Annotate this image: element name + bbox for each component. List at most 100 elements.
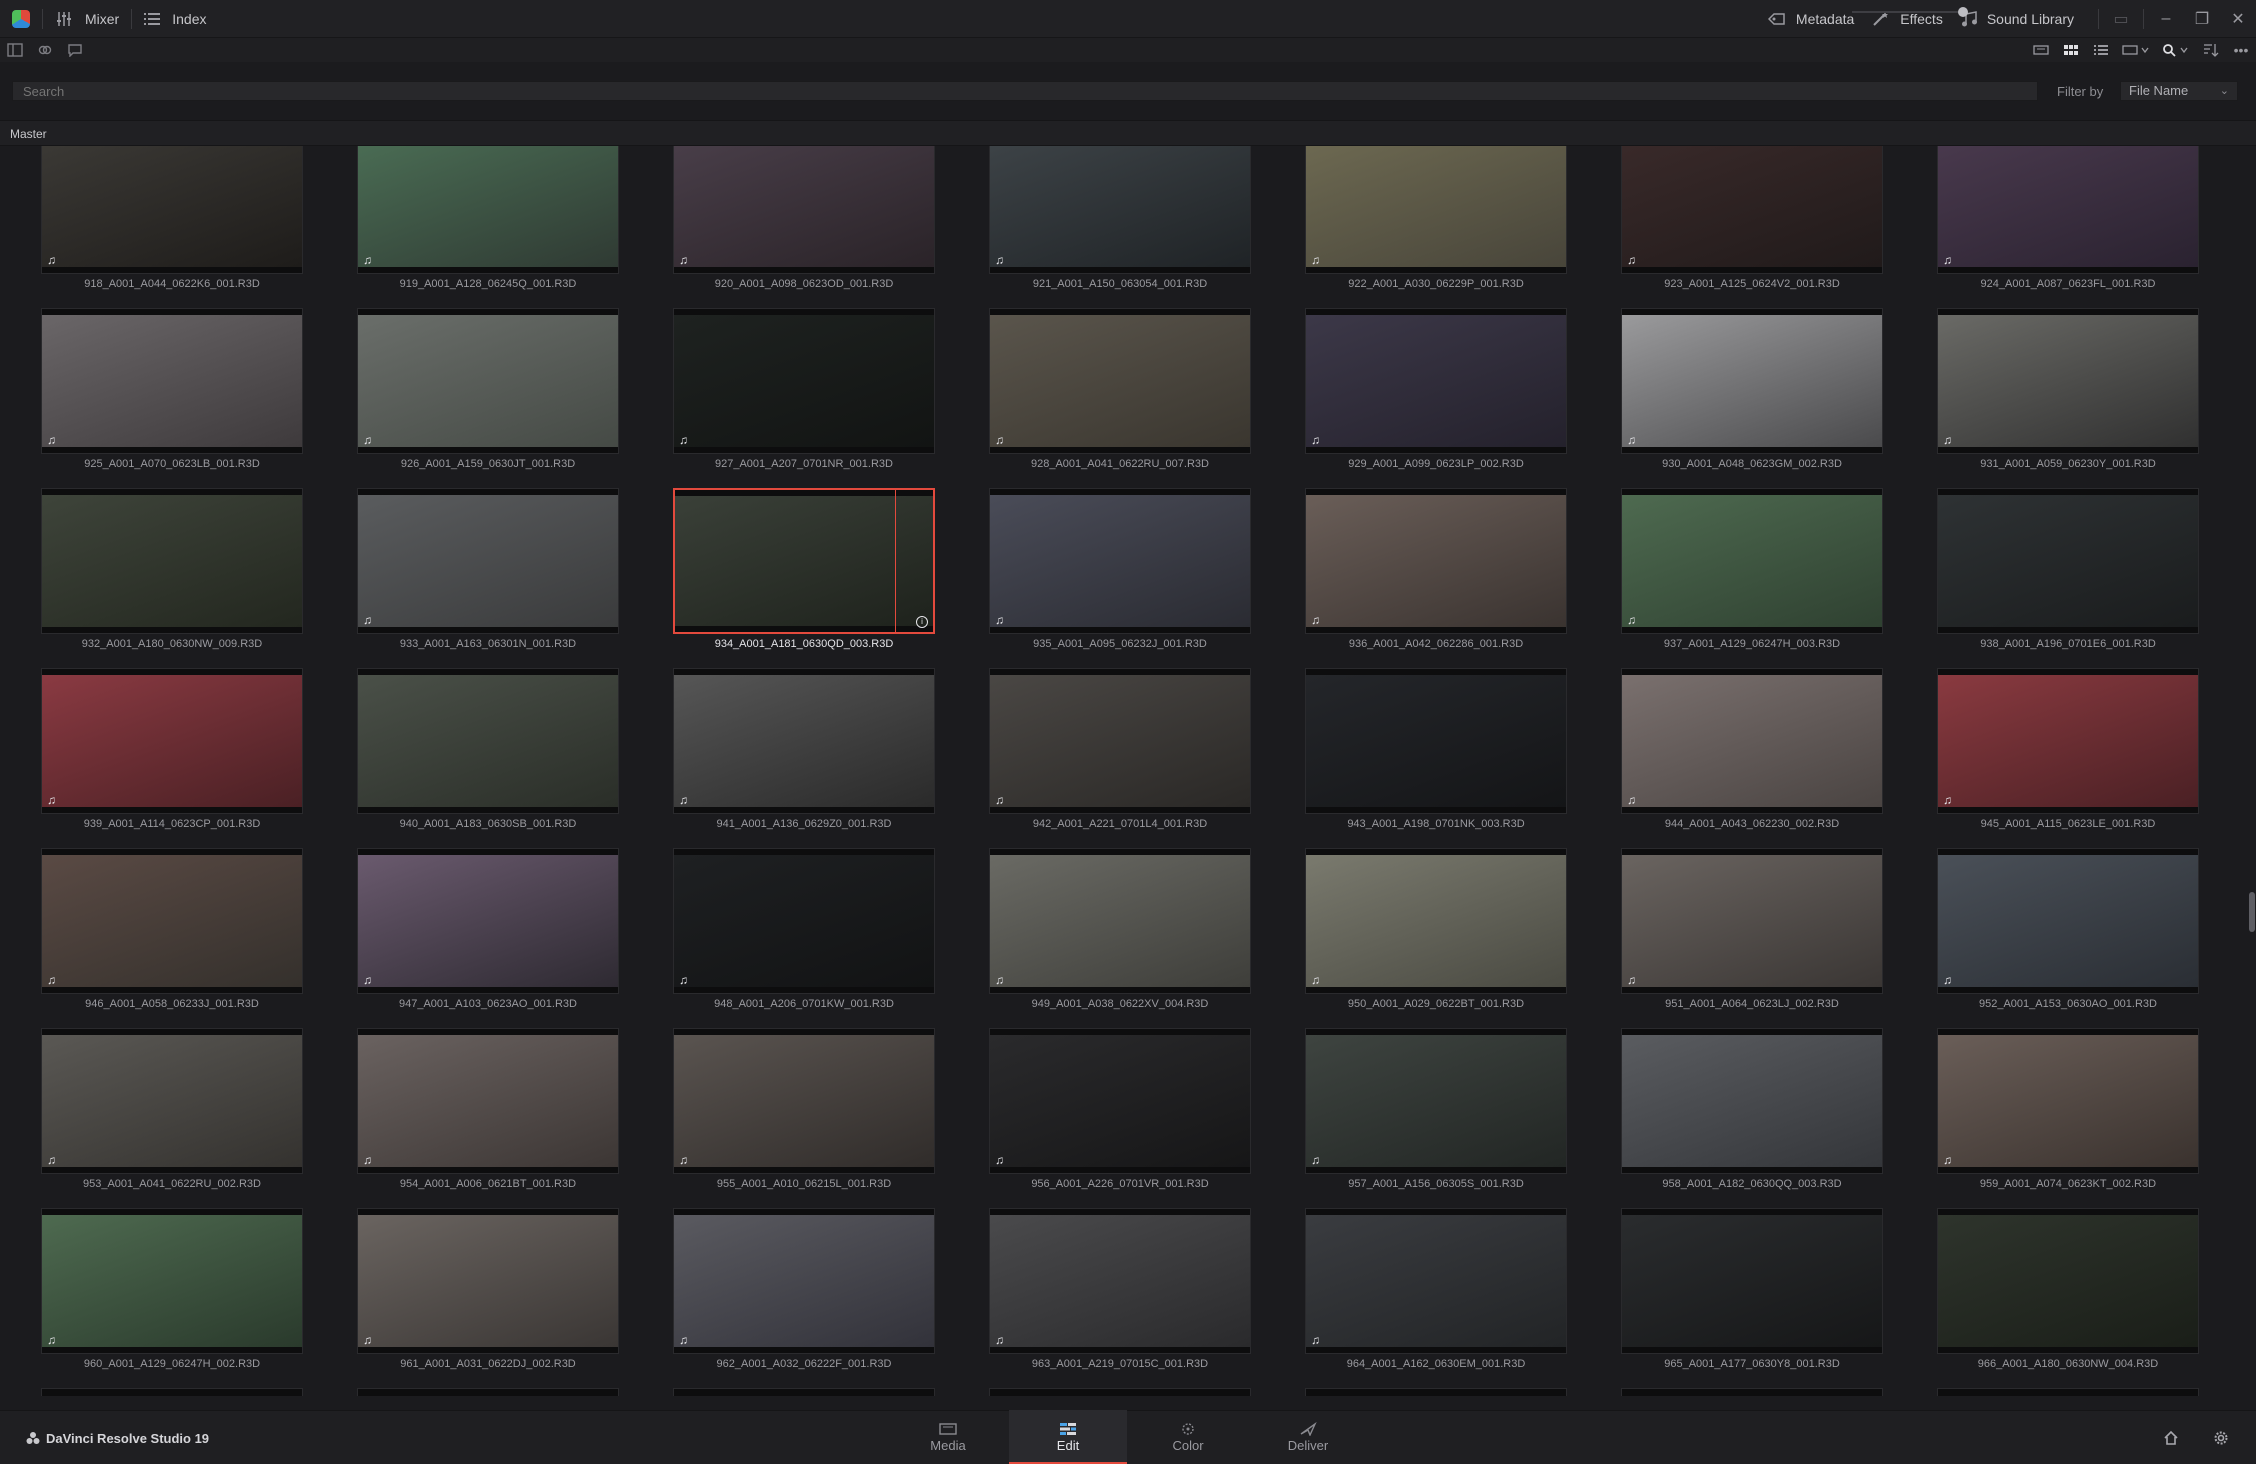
- clip-tile[interactable]: ♫ 956_A001_A226_0701VR_001.R3D: [989, 1028, 1251, 1190]
- clip-thumbnail[interactable]: ♫: [1621, 488, 1883, 634]
- clip-thumbnail[interactable]: [1937, 1388, 2199, 1396]
- search-input[interactable]: [12, 81, 2038, 101]
- clip-tile[interactable]: ♫ 930_A001_A048_0623GM_002.R3D: [1621, 308, 1883, 470]
- clip-thumbnail[interactable]: ♫: [989, 1208, 1251, 1354]
- metadata-view-icon[interactable]: [2026, 38, 2056, 62]
- clip-thumbnail[interactable]: [673, 1388, 935, 1396]
- clip-tile[interactable]: ♫ 941_A001_A136_0629Z0_001.R3D: [673, 668, 935, 830]
- clip-thumbnail[interactable]: [1621, 1208, 1883, 1354]
- clip-tile[interactable]: ♫ 939_A001_A114_0623CP_001.R3D: [41, 668, 303, 830]
- clip-thumbnail[interactable]: [1937, 488, 2199, 634]
- clip-thumbnail[interactable]: [357, 668, 619, 814]
- scrub-playhead[interactable]: [895, 490, 896, 632]
- clip-thumbnail[interactable]: ♫: [357, 848, 619, 994]
- clip-tile[interactable]: ♫ 924_A001_A087_0623FL_001.R3D: [1937, 146, 2199, 290]
- clip-tile[interactable]: ♫ 942_A001_A221_0701L4_001.R3D: [989, 668, 1251, 830]
- clip-thumbnail[interactable]: i: [673, 488, 935, 634]
- clip-thumbnail[interactable]: ♫: [357, 308, 619, 454]
- display-mode-icon[interactable]: [2116, 38, 2156, 62]
- list-view-icon[interactable]: [2086, 38, 2116, 62]
- clip-tile[interactable]: ♫ 953_A001_A041_0622RU_002.R3D: [41, 1028, 303, 1190]
- page-tab-color[interactable]: Color: [1129, 1410, 1247, 1464]
- clip-tile[interactable]: 958_A001_A182_0630QQ_003.R3D: [1621, 1028, 1883, 1190]
- clip-thumbnail[interactable]: ♫: [1305, 488, 1567, 634]
- clip-tile[interactable]: ♫ 957_A001_A156_06305S_001.R3D: [1305, 1028, 1567, 1190]
- clip-thumbnail[interactable]: ♫: [673, 1208, 935, 1354]
- clip-thumbnail[interactable]: ♫: [1621, 668, 1883, 814]
- clip-thumbnail[interactable]: ♫: [673, 1028, 935, 1174]
- page-tab-deliver[interactable]: Deliver: [1249, 1410, 1367, 1464]
- clip-thumbnail[interactable]: [1621, 1028, 1883, 1174]
- clip-tile[interactable]: ♫ 951_A001_A064_0623LJ_002.R3D: [1621, 848, 1883, 1010]
- clip-tile[interactable]: 940_A001_A183_0630SB_001.R3D: [357, 668, 619, 830]
- clip-tile[interactable]: ♫ 947_A001_A103_0623AO_001.R3D: [357, 848, 619, 1010]
- clip-thumbnail[interactable]: [1305, 668, 1567, 814]
- clip-tile[interactable]: ♫ 962_A001_A032_06222F_001.R3D: [673, 1208, 935, 1370]
- clip-thumbnail[interactable]: ♫: [989, 1028, 1251, 1174]
- clip-thumbnail[interactable]: [1937, 1208, 2199, 1354]
- clip-thumbnail[interactable]: ♫: [1621, 848, 1883, 994]
- search-icon[interactable]: [2156, 38, 2196, 62]
- clip-thumbnail[interactable]: ♫: [41, 848, 303, 994]
- minimize-icon[interactable]: –: [2148, 0, 2184, 38]
- more-options-icon[interactable]: •••: [2226, 38, 2256, 62]
- clip-tile[interactable]: ♫ 955_A001_A010_06215L_001.R3D: [673, 1028, 935, 1190]
- clip-tile[interactable]: ♫ 944_A001_A043_062230_002.R3D: [1621, 668, 1883, 830]
- clip-thumbnail[interactable]: [1621, 1388, 1883, 1396]
- clip-tile[interactable]: ♫ 954_A001_A006_0621BT_001.R3D: [357, 1028, 619, 1190]
- clip-thumbnail[interactable]: ♫: [1305, 1028, 1567, 1174]
- clip-thumbnail[interactable]: ♫: [41, 1028, 303, 1174]
- clip-tile[interactable]: ♫ 952_A001_A153_0630AO_001.R3D: [1937, 848, 2199, 1010]
- thumbnail-size-slider[interactable]: [1852, 11, 1964, 13]
- clip-tile[interactable]: ♫ 950_A001_A029_0622BT_001.R3D: [1305, 848, 1567, 1010]
- clip-thumbnail[interactable]: ♫: [989, 488, 1251, 634]
- clip-thumbnail[interactable]: ♫: [1305, 848, 1567, 994]
- clip-tile[interactable]: ♫ 923_A001_A125_0624V2_001.R3D: [1621, 146, 1883, 290]
- clip-thumbnail[interactable]: ♫: [673, 668, 935, 814]
- clip-tile[interactable]: ♫ 918_A001_A044_0622K6_001.R3D: [41, 146, 303, 290]
- home-icon[interactable]: [2163, 1430, 2179, 1451]
- clip-thumbnail[interactable]: [1305, 1388, 1567, 1396]
- clip-thumbnail[interactable]: ♫: [673, 146, 935, 274]
- clip-thumbnail[interactable]: ♫: [357, 488, 619, 634]
- clip-tile[interactable]: 938_A001_A196_0701E6_001.R3D: [1937, 488, 2199, 650]
- clip-tile[interactable]: ♫ 963_A001_A219_07015C_001.R3D: [989, 1208, 1251, 1370]
- clip-thumbnail[interactable]: ♫: [673, 848, 935, 994]
- clip-tile[interactable]: ♫ 945_A001_A115_0623LE_001.R3D: [1937, 668, 2199, 830]
- clip-tile[interactable]: ♫ 937_A001_A129_06247H_003.R3D: [1621, 488, 1883, 650]
- clip-tile[interactable]: ♫ 929_A001_A099_0623LP_002.R3D: [1305, 308, 1567, 470]
- clip-tile[interactable]: 966_A001_A180_0630NW_004.R3D: [1937, 1208, 2199, 1370]
- clip-thumbnail[interactable]: ♫: [989, 146, 1251, 274]
- clip-thumbnail[interactable]: ♫: [1937, 1028, 2199, 1174]
- clip-tile[interactable]: ♫ 931_A001_A059_06230Y_001.R3D: [1937, 308, 2199, 470]
- clip-tile[interactable]: ♫ 946_A001_A058_06233J_001.R3D: [41, 848, 303, 1010]
- clip-tile[interactable]: ♫ 933_A001_A163_06301N_001.R3D: [357, 488, 619, 650]
- clip-thumbnail[interactable]: [41, 1388, 303, 1396]
- media-pool-scrollbar-thumb[interactable]: [2249, 892, 2255, 932]
- clip-tile[interactable]: ♫ 935_A001_A095_06232J_001.R3D: [989, 488, 1251, 650]
- clip-thumbnail[interactable]: ♫: [357, 146, 619, 274]
- clip-thumbnail[interactable]: ♫: [41, 1208, 303, 1354]
- clip-tile[interactable]: ♫ 928_A001_A041_0622RU_007.R3D: [989, 308, 1251, 470]
- sort-icon[interactable]: [2196, 38, 2226, 62]
- clip-tile[interactable]: ♫ 927_A001_A207_0701NR_001.R3D: [673, 308, 935, 470]
- clip-tile[interactable]: ♫ 959_A001_A074_0623KT_002.R3D: [1937, 1028, 2199, 1190]
- page-tab-media[interactable]: Media: [889, 1410, 1007, 1464]
- clip-tile[interactable]: ♫ 919_A001_A128_06245Q_001.R3D: [357, 146, 619, 290]
- clip-thumbnail[interactable]: [357, 1388, 619, 1396]
- clip-tile[interactable]: 943_A001_A198_0701NK_003.R3D: [1305, 668, 1567, 830]
- clip-thumbnail[interactable]: ♫: [1305, 308, 1567, 454]
- clip-thumbnail[interactable]: ♫: [1621, 308, 1883, 454]
- effects-button[interactable]: Effects: [1872, 0, 1943, 38]
- clip-thumbnail[interactable]: ♫: [1621, 146, 1883, 274]
- close-icon[interactable]: ✕: [2220, 0, 2256, 38]
- clip-info-icon[interactable]: i: [916, 616, 928, 628]
- clip-tile[interactable]: ♫ 925_A001_A070_0623LB_001.R3D: [41, 308, 303, 470]
- clip-tile[interactable]: ♫ 960_A001_A129_06247H_002.R3D: [41, 1208, 303, 1370]
- clip-thumbnail[interactable]: ♫: [673, 308, 935, 454]
- clip-tile[interactable]: ♫ 948_A001_A206_0701KW_001.R3D: [673, 848, 935, 1010]
- clip-tile[interactable]: ♫ 921_A001_A150_063054_001.R3D: [989, 146, 1251, 290]
- mixer-button[interactable]: Mixer: [55, 0, 119, 38]
- clip-thumbnail[interactable]: ♫: [357, 1208, 619, 1354]
- clip-thumbnail[interactable]: ♫: [1305, 146, 1567, 274]
